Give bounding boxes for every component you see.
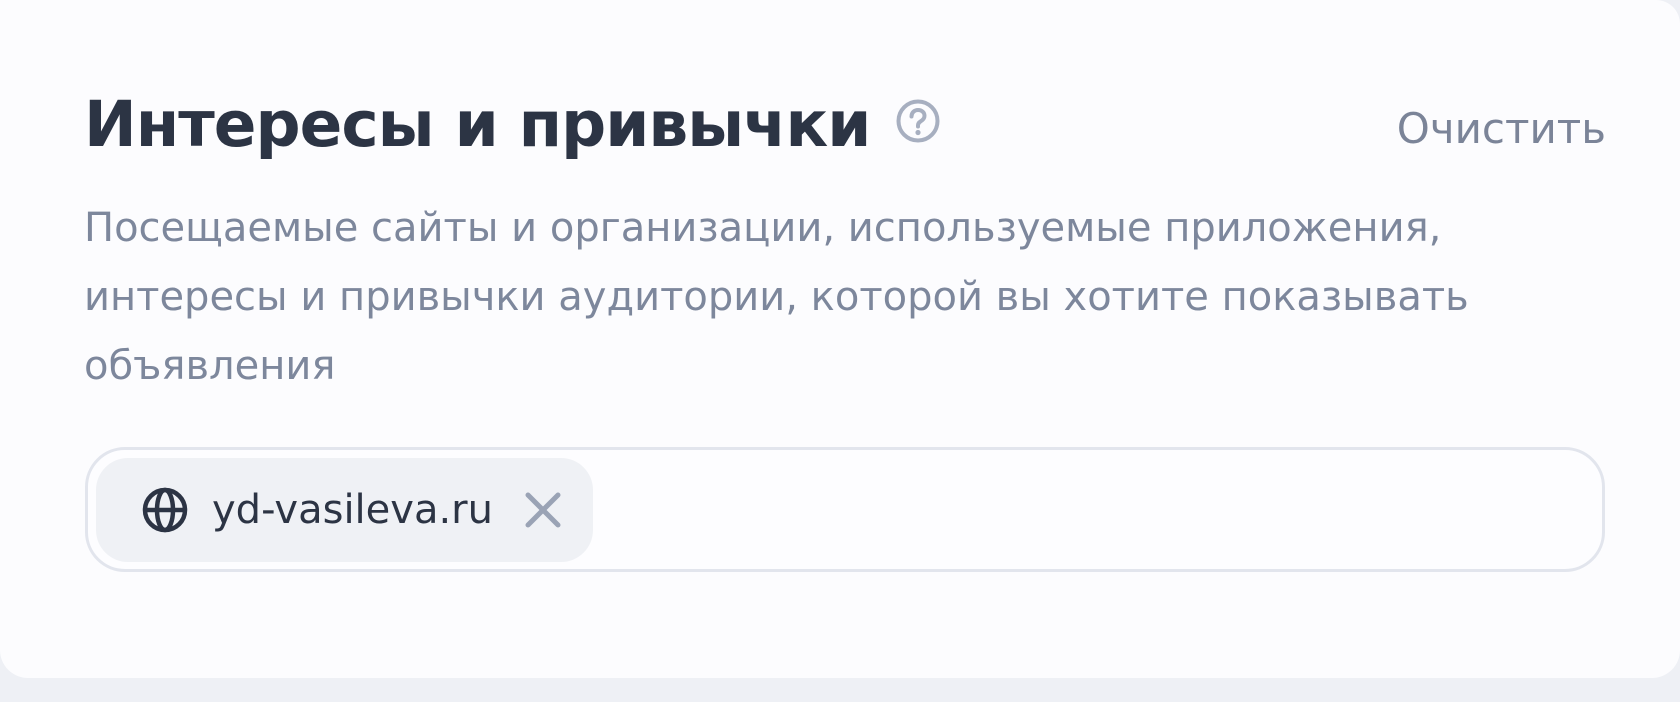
globe-icon bbox=[140, 485, 190, 535]
clear-button[interactable]: Очистить bbox=[1397, 104, 1606, 153]
tag-chip[interactable]: yd-vasileva.ru bbox=[96, 457, 593, 562]
tag-label: yd-vasileva.ru bbox=[212, 486, 493, 533]
section-header: Интересы и привычки bbox=[84, 84, 942, 164]
close-icon[interactable] bbox=[523, 490, 563, 530]
interests-card: Интересы и привычки Очистить Посещаемые … bbox=[0, 0, 1680, 678]
section-description: Посещаемые сайты и организации, использу… bbox=[84, 205, 1469, 389]
section-title: Интересы и привычки bbox=[84, 87, 871, 161]
interests-input[interactable]: yd-vasileva.ru bbox=[85, 447, 1605, 572]
question-circle-icon[interactable] bbox=[894, 97, 942, 145]
